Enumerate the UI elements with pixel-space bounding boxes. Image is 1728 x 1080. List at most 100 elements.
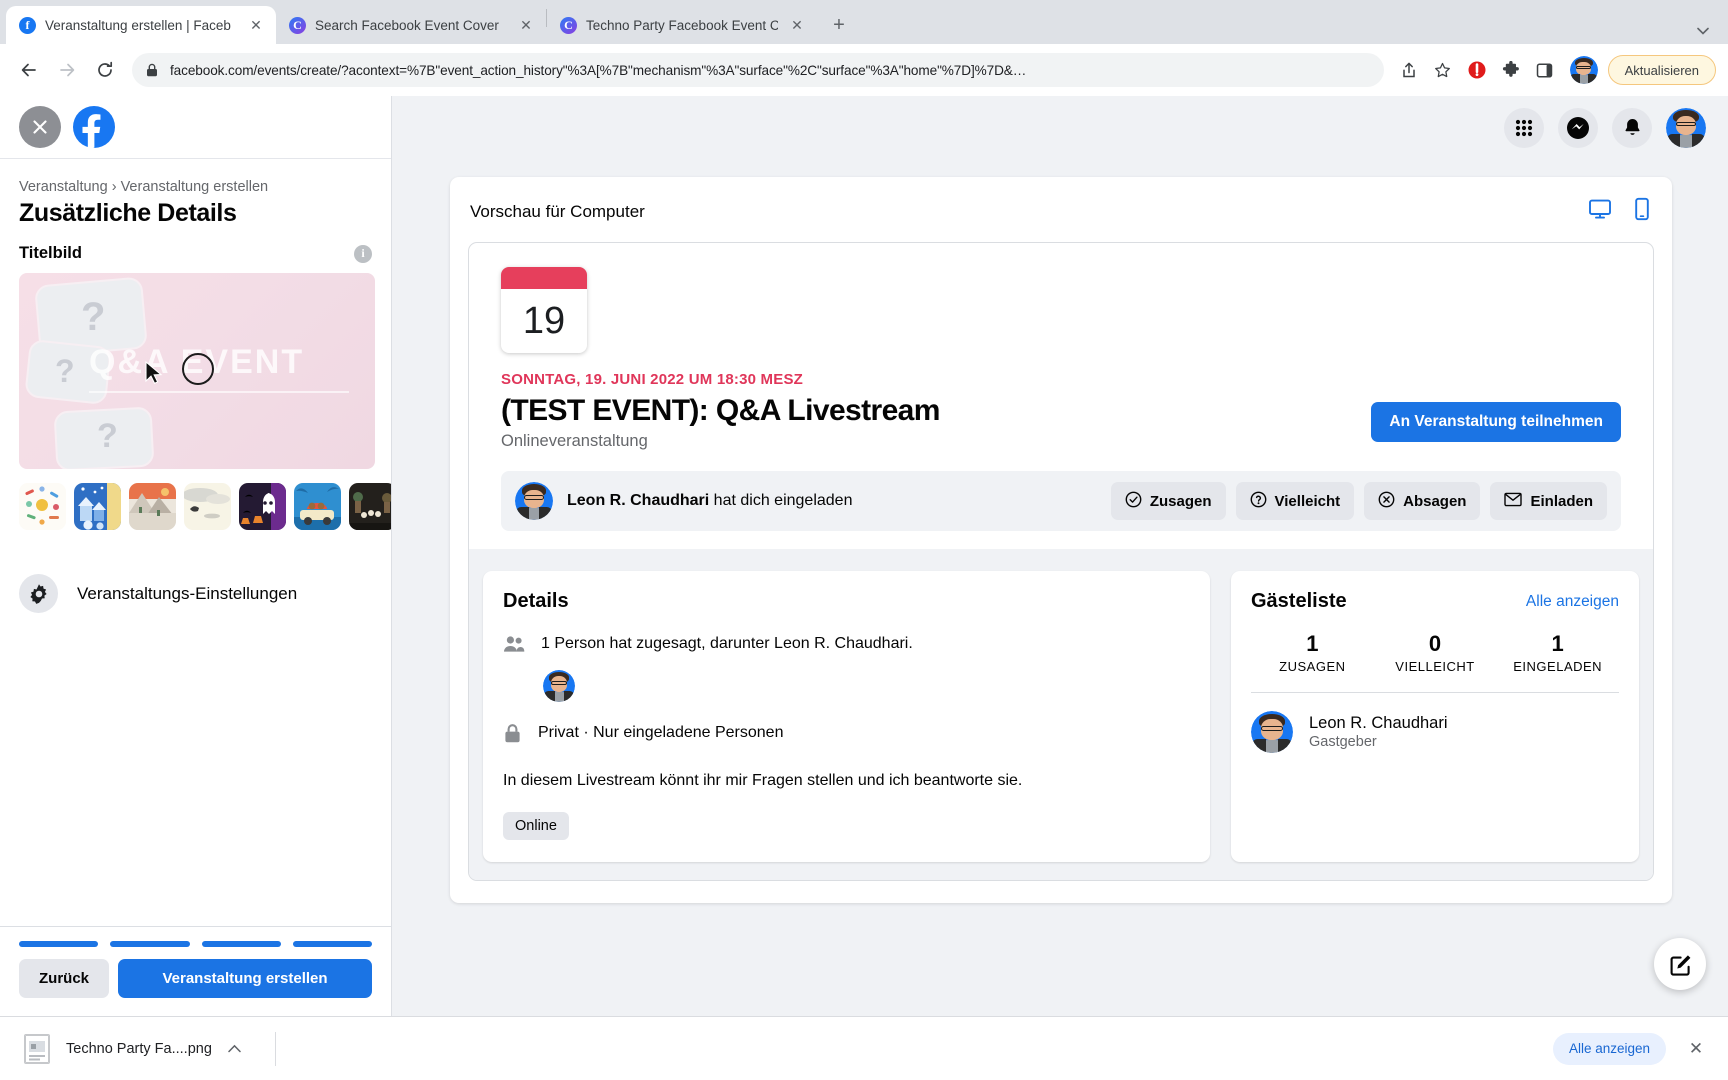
tab-search-chevron-icon[interactable] xyxy=(1690,22,1716,38)
calendar-icon-top xyxy=(501,267,587,289)
desktop-icon[interactable] xyxy=(1588,197,1612,226)
privacy-text: Privat · Nur eingeladene Personen xyxy=(538,724,784,741)
progress-step xyxy=(19,941,99,947)
host-avatar xyxy=(515,482,553,520)
info-icon[interactable]: i xyxy=(354,244,372,263)
rsvp-button-group: Zusagen Vielleicht Absagen Einladen xyxy=(1110,482,1607,520)
mobile-icon[interactable] xyxy=(1632,197,1652,226)
envelope-icon xyxy=(1504,492,1523,511)
stat-invited-value: 1 xyxy=(1551,631,1564,656)
calendar-day: 19 xyxy=(522,299,566,342)
close-icon[interactable]: ✕ xyxy=(1682,1035,1710,1063)
tab-title: Techno Party Facebook Event C xyxy=(586,17,778,33)
download-bar: Techno Party Fa....png Alle anzeigen ✕ xyxy=(0,1016,1728,1080)
tab-title: Veranstaltung erstellen | Faceb xyxy=(45,17,231,33)
close-tab-icon[interactable]: ✕ xyxy=(516,15,536,35)
cover-thumb-night-party[interactable] xyxy=(349,483,391,530)
guest-info: Leon R. Chaudhari Gastgeber xyxy=(1309,714,1448,750)
rsvp-decline-label: Absagen xyxy=(1403,492,1467,510)
stat-invited: 1 EINGELADEN xyxy=(1496,631,1619,674)
edit-pencil-icon[interactable] xyxy=(1654,938,1706,990)
x-circle-icon xyxy=(1378,491,1395,512)
grid-menu-icon[interactable] xyxy=(1504,107,1544,148)
tabstrip-right-group xyxy=(1690,22,1722,44)
event-date: SONNTAG, 19. JUNI 2022 UM 18:30 MESZ xyxy=(501,371,804,388)
event-title-row: (TEST EVENT): Q&A Livestream Onlineveran… xyxy=(501,394,1621,451)
event-preview: 19 SONNTAG, 19. JUNI 2022 UM 18:30 MESZ … xyxy=(468,242,1654,882)
browser-tab-2[interactable]: C Search Facebook Event Cover ✕ xyxy=(276,6,546,44)
rsvp-maybe-button[interactable]: Vielleicht xyxy=(1235,482,1355,520)
check-circle-icon xyxy=(1125,491,1142,512)
create-event-button[interactable]: Veranstaltung erstellen xyxy=(118,959,372,998)
rsvp-decline-button[interactable]: Absagen xyxy=(1364,482,1481,520)
tab-strip: f Veranstaltung erstellen | Faceb ✕ C Se… xyxy=(0,0,1728,44)
browser-tab-3[interactable]: C Techno Party Facebook Event C ✕ xyxy=(547,6,817,44)
list-item[interactable]: Leon R. Chaudhari Gastgeber xyxy=(1251,711,1619,753)
progress-step xyxy=(110,941,190,947)
event-title-block: (TEST EVENT): Q&A Livestream Onlineveran… xyxy=(501,394,940,451)
guest-list-panel: Gästeliste Alle anzeigen 1 ZUSAGEN 0 VIE… xyxy=(1231,571,1639,863)
join-event-button[interactable]: An Veranstaltung teilnehmen xyxy=(1371,402,1621,442)
back-button[interactable]: Zurück xyxy=(19,959,110,998)
puzzle-extension-icon[interactable] xyxy=(1496,55,1526,85)
breadcrumb: Veranstaltung › Veranstaltung erstellen xyxy=(19,179,269,195)
cover-image-preview[interactable]: ? ? ? Q&A EVENT xyxy=(19,273,375,469)
forward-icon[interactable] xyxy=(50,53,84,87)
online-chip[interactable]: Online xyxy=(503,812,569,841)
stat-going-value: 1 xyxy=(1306,631,1319,656)
guest-list-title: Gästeliste xyxy=(1251,590,1347,612)
sidebar-body: Veranstaltung › Veranstaltung erstellen … xyxy=(0,159,391,926)
url-text: facebook.com/events/create/?acontext=%7B… xyxy=(170,62,1027,78)
details-title: Details xyxy=(503,590,569,612)
attendees-text: 1 Person hat zugesagt, darunter Leon R. … xyxy=(541,635,913,652)
back-icon[interactable] xyxy=(12,53,46,87)
new-tab-button[interactable]: + xyxy=(825,11,853,39)
update-button[interactable]: Aktualisieren xyxy=(1607,55,1716,85)
cover-thumb-halloween-ghost[interactable] xyxy=(239,483,286,530)
page-content: Veranstaltung › Veranstaltung erstellen … xyxy=(0,96,1728,1016)
cover-image-label: Titelbild xyxy=(19,244,82,262)
rsvp-maybe-label: Vielleicht xyxy=(1274,492,1341,510)
event-settings-row[interactable]: Veranstaltungs-Einstellungen xyxy=(19,574,372,613)
stat-maybe: 0 VIELLEICHT xyxy=(1374,631,1497,674)
event-description: In diesem Livestream könnt ihr mir Frage… xyxy=(503,772,1023,789)
adblock-icon[interactable] xyxy=(1462,55,1492,85)
close-tab-icon[interactable]: ✕ xyxy=(246,15,266,35)
share-icon[interactable] xyxy=(1394,55,1424,85)
attendee-avatar[interactable] xyxy=(543,670,575,702)
guest-avatar xyxy=(1251,711,1293,753)
show-all-guests-link[interactable]: Alle anzeigen xyxy=(1526,593,1619,611)
browser-tab-1[interactable]: f Veranstaltung erstellen | Faceb ✕ xyxy=(6,6,276,44)
messenger-icon[interactable] xyxy=(1558,107,1598,148)
close-icon[interactable] xyxy=(19,106,61,148)
progress-steps xyxy=(19,941,372,947)
browser-window: f Veranstaltung erstellen | Faceb ✕ C Se… xyxy=(0,0,1728,1080)
address-bar[interactable]: facebook.com/events/create/?acontext=%7B… xyxy=(132,53,1384,87)
preview-card: Vorschau für Computer 19 SONNTAG, 19. JU… xyxy=(450,177,1672,904)
cover-thumb-mountain-hike[interactable] xyxy=(129,483,176,530)
reload-icon[interactable] xyxy=(88,53,122,87)
invite-people-button[interactable]: Einladen xyxy=(1490,482,1607,520)
user-avatar[interactable] xyxy=(1666,107,1706,148)
rsvp-going-button[interactable]: Zusagen xyxy=(1110,482,1226,520)
profile-avatar[interactable] xyxy=(1569,56,1598,84)
footer-buttons: Zurück Veranstaltung erstellen xyxy=(19,959,372,998)
show-all-downloads-button[interactable]: Alle anzeigen xyxy=(1552,1032,1666,1065)
preview-header: Vorschau für Computer xyxy=(468,195,1654,242)
cover-thumb-beach-sand[interactable] xyxy=(184,483,231,530)
download-bar-right: Alle anzeigen ✕ xyxy=(1552,1032,1714,1065)
bookmark-star-icon[interactable] xyxy=(1428,55,1458,85)
main-preview-area: Vorschau für Computer 19 SONNTAG, 19. JU… xyxy=(392,96,1728,1016)
close-tab-icon[interactable]: ✕ xyxy=(787,15,807,35)
cover-thumb-winter-village[interactable] xyxy=(74,483,121,530)
canva-favicon: C xyxy=(289,16,306,34)
people-icon xyxy=(503,635,525,658)
page-title: Zusätzliche Details xyxy=(19,199,237,227)
side-panel-icon[interactable] xyxy=(1530,55,1560,85)
download-item[interactable]: Techno Party Fa....png xyxy=(14,1027,251,1071)
chevron-up-icon[interactable] xyxy=(228,1041,241,1056)
cover-thumb-celebration-confetti[interactable] xyxy=(19,483,66,530)
cover-thumb-road-trip[interactable] xyxy=(294,483,341,530)
stat-invited-label: EINGELADEN xyxy=(1513,659,1603,674)
bell-icon[interactable] xyxy=(1612,107,1652,148)
